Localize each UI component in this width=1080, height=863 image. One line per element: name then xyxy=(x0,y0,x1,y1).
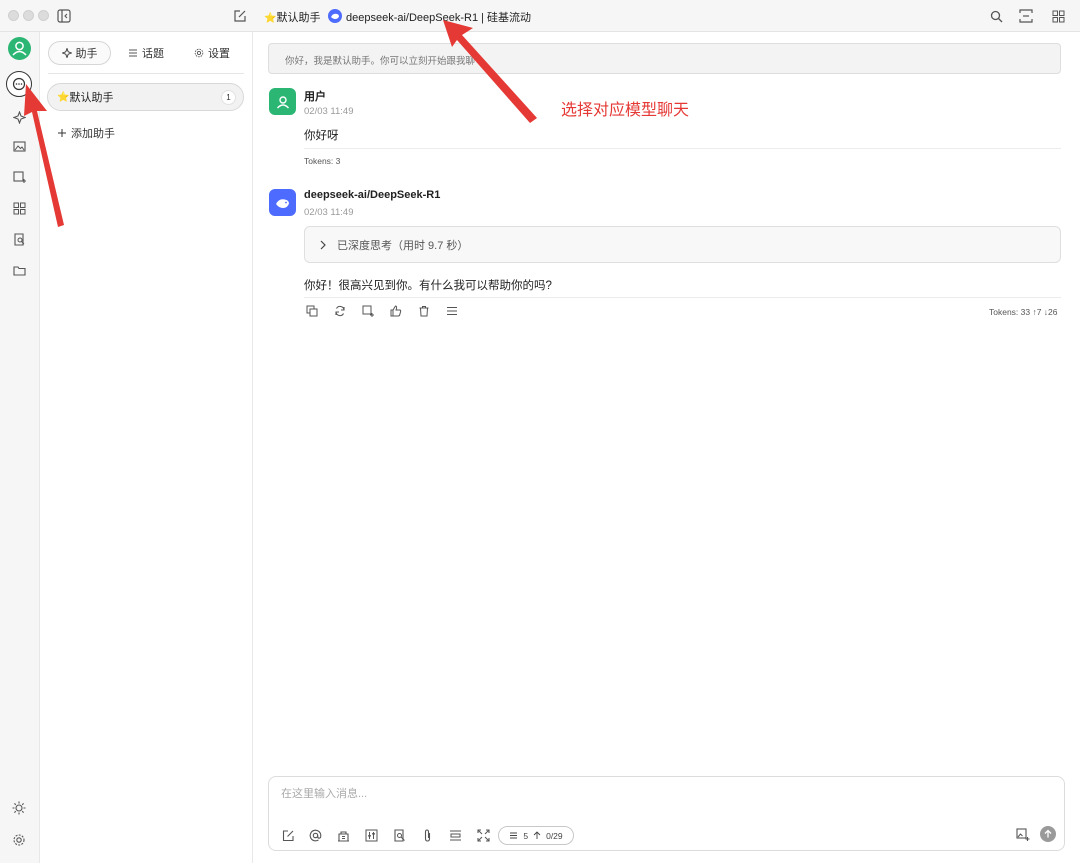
toggle-sidebar-icon[interactable] xyxy=(56,8,72,24)
chat-area: 你好，我是默认助手。你可以立刻开始跟我聊 用户 02/03 11:49 你好呀 … xyxy=(253,32,1080,863)
list-icon xyxy=(509,831,518,840)
message-input[interactable] xyxy=(281,785,981,803)
plus-icon xyxy=(57,128,67,138)
current-assistant-label[interactable]: ⭐默认助手 xyxy=(264,9,320,25)
mention-model-icon[interactable] xyxy=(308,828,322,842)
assistant-prompt-banner[interactable]: 你好，我是默认助手。你可以立刻开始跟我聊 xyxy=(268,43,1061,74)
grid-apps-icon[interactable] xyxy=(1050,8,1066,24)
add-assistant-button[interactable]: 添加助手 xyxy=(57,125,115,141)
gear-icon xyxy=(194,48,204,58)
send-button[interactable] xyxy=(1040,826,1056,842)
menu-icon[interactable] xyxy=(445,304,459,318)
message-tokens: Tokens: 3 xyxy=(304,156,341,166)
regenerate-icon[interactable] xyxy=(333,304,347,318)
deepseek-logo-icon xyxy=(328,9,342,23)
tab-assistants[interactable]: 助手 xyxy=(48,41,111,65)
message-divider xyxy=(304,148,1061,149)
message-composer: 5 0/29 xyxy=(268,776,1065,851)
title-bar: ⭐默认助手 deepseek-ai/DeepSeek-R1 | 硅基流动 xyxy=(0,0,1080,32)
tabs-divider xyxy=(48,73,244,74)
message-divider xyxy=(304,297,1061,298)
image-nav-icon[interactable] xyxy=(8,135,30,157)
message-text: 你好呀 xyxy=(304,130,339,142)
image-generate-icon[interactable] xyxy=(1016,828,1030,842)
annotation-label: 选择对应模型聊天 xyxy=(561,102,690,119)
clear-context-icon[interactable] xyxy=(448,828,462,842)
expand-icon[interactable] xyxy=(1018,8,1034,24)
image-export-icon[interactable] xyxy=(361,304,375,318)
thumbs-up-icon[interactable] xyxy=(389,304,403,318)
list-icon xyxy=(128,48,138,58)
star-emoji-icon: ⭐ xyxy=(264,13,277,24)
web-search-icon[interactable] xyxy=(392,828,406,842)
chevron-right-icon xyxy=(319,240,327,250)
minimize-window-button[interactable] xyxy=(23,10,34,21)
message-sender: 用户 xyxy=(304,91,326,103)
star-emoji-icon: ⭐ xyxy=(57,91,70,103)
sparkle-icon xyxy=(61,48,72,58)
theme-toggle-icon[interactable] xyxy=(8,797,30,819)
search-icon[interactable] xyxy=(988,8,1004,24)
image-edit-nav-icon[interactable] xyxy=(8,166,30,188)
attachment-icon[interactable] xyxy=(420,828,434,842)
message-time: 02/03 11:49 xyxy=(304,207,354,218)
message-text: 你好！很高兴见到你。有什么我可以帮助你的吗? xyxy=(304,280,552,292)
thinking-label: 已深度思考（用时 9.7 秒） xyxy=(337,239,469,252)
assistant-panel: 助手 话题 设置 ⭐ 默认助手 1 添加助手 xyxy=(40,32,253,863)
thinking-collapse[interactable]: 已深度思考（用时 9.7 秒） xyxy=(304,226,1061,263)
new-topic-icon[interactable] xyxy=(281,828,295,842)
trash-icon[interactable] xyxy=(417,304,431,318)
tab-settings[interactable]: 设置 xyxy=(186,41,238,65)
parameters-icon[interactable] xyxy=(364,828,378,842)
tab-topics[interactable]: 话题 xyxy=(120,41,172,65)
close-window-button[interactable] xyxy=(8,10,19,21)
navigation-rail xyxy=(0,32,40,863)
knowledge-nav-icon[interactable] xyxy=(8,228,30,250)
assistant-item-default[interactable]: ⭐ 默认助手 1 xyxy=(47,83,244,111)
user-message-avatar xyxy=(269,88,296,115)
message-time: 02/03 11:49 xyxy=(304,106,354,117)
chat-nav-icon[interactable] xyxy=(6,71,32,97)
new-topic-icon[interactable] xyxy=(232,8,248,24)
settings-gear-icon[interactable] xyxy=(8,829,30,851)
model-selector[interactable]: deepseek-ai/DeepSeek-R1 | 硅基流动 xyxy=(346,9,531,25)
copy-icon[interactable] xyxy=(305,304,319,318)
apps-nav-icon[interactable] xyxy=(8,197,30,219)
message-sender: deepseek-ai/DeepSeek-R1 xyxy=(304,189,441,201)
zoom-window-button[interactable] xyxy=(38,10,49,21)
user-avatar[interactable] xyxy=(8,37,31,60)
message-tokens: Tokens: 33 ↑7 ↓26 xyxy=(989,307,1058,317)
topic-count-badge: 1 xyxy=(221,90,236,105)
context-count: 5 xyxy=(523,830,529,841)
agents-nav-icon[interactable] xyxy=(8,106,30,128)
arrow-up-icon xyxy=(533,831,541,840)
folder-nav-icon[interactable] xyxy=(8,259,30,281)
token-count: 0/29 xyxy=(546,830,563,841)
deepseek-avatar-icon xyxy=(269,189,296,216)
message-actions xyxy=(305,304,459,318)
assistant-name: 默认助手 xyxy=(69,92,114,104)
knowledge-base-icon[interactable] xyxy=(336,828,350,842)
fullscreen-icon[interactable] xyxy=(476,828,490,842)
context-counter[interactable]: 5 0/29 xyxy=(498,826,574,845)
